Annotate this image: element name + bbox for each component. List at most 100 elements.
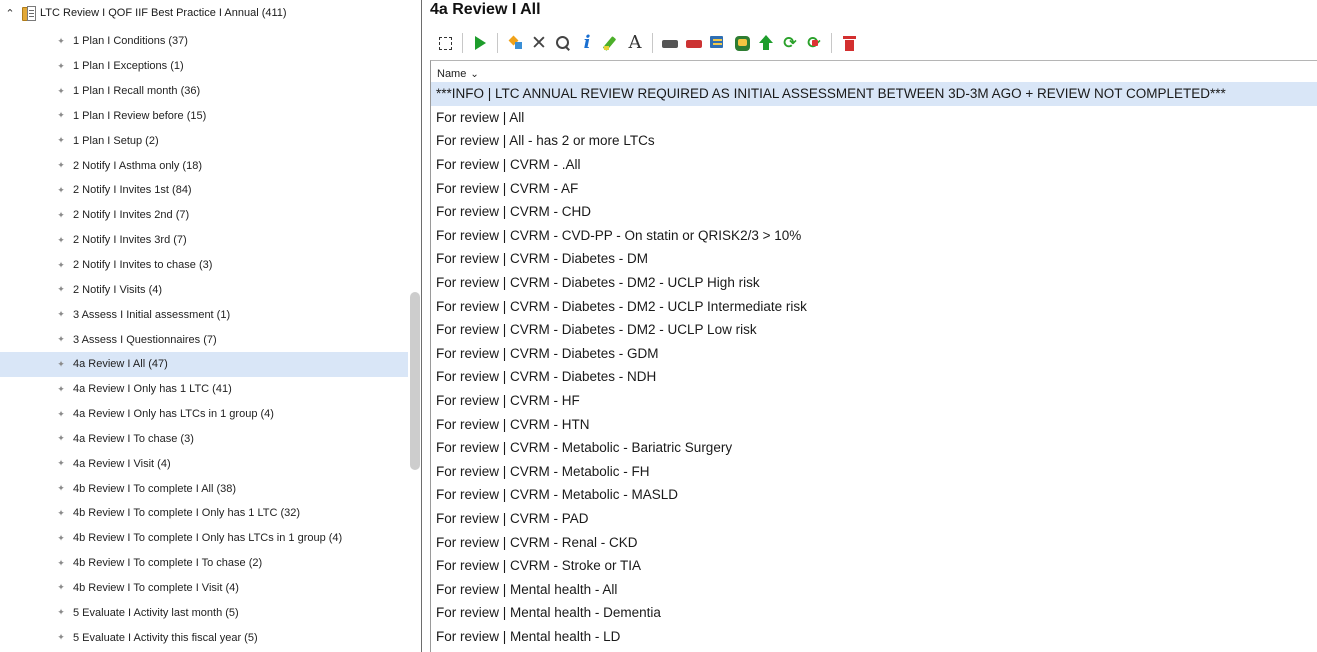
tree-item[interactable]: ✦ 2 Notify I Invites 1st (84) <box>0 178 408 203</box>
tree-item[interactable]: ✦ 3 Assess I Initial assessment (1) <box>0 302 408 327</box>
tree-item[interactable]: ✦ 4a Review I Only has 1 LTC (41) <box>0 377 408 402</box>
move-up-icon[interactable] <box>755 32 777 54</box>
tree-item-label: 1 Plan I Exceptions (1) <box>73 60 184 73</box>
search-row[interactable]: For review | All <box>431 106 1317 130</box>
search-row[interactable]: For review | CVRM - Diabetes - DM2 - UCL… <box>431 271 1317 295</box>
tree-item[interactable]: ✦ 4b Review I To complete I To chase (2) <box>0 551 408 576</box>
search-row[interactable]: For review | CVRM - Diabetes - NDH <box>431 365 1317 389</box>
search-row[interactable]: For review | CVRM - Diabetes - GDM <box>431 342 1317 366</box>
trash-icon[interactable] <box>838 32 860 54</box>
bullet-icon: ✦ <box>57 184 65 195</box>
search-row[interactable]: For review | CVRM - Metabolic - MASLD <box>431 483 1317 507</box>
tree-item[interactable]: ✦ 4b Review I To complete I Visit (4) <box>0 576 408 601</box>
run-icon[interactable] <box>469 32 491 54</box>
tree-item-label: 4b Review I To complete I To chase (2) <box>73 557 263 570</box>
tree-item[interactable]: ✦ 4a Review I Visit (4) <box>0 451 408 476</box>
search-row[interactable]: For review | CVRM - Metabolic - Bariatri… <box>431 436 1317 460</box>
refresh-icon[interactable]: ⟳ <box>779 32 801 54</box>
tree-item[interactable]: ✦ 5 Evaluate I Activity this fiscal year … <box>0 625 408 650</box>
toolbar-separator <box>462 33 463 53</box>
tree-item[interactable]: ✦ 1 Plan I Setup (2) <box>0 128 408 153</box>
tree-scrollbar-thumb[interactable] <box>410 292 420 470</box>
chevron-down-icon[interactable]: ⌄ <box>470 69 478 80</box>
search-row[interactable]: For review | CVRM - HF <box>431 389 1317 413</box>
search-icon[interactable] <box>552 32 574 54</box>
wizard-icon[interactable] <box>504 32 526 54</box>
bullet-icon: ✦ <box>57 35 65 46</box>
search-row[interactable]: For review | CVRM - Diabetes - DM2 - UCL… <box>431 294 1317 318</box>
tree-item[interactable]: ✦ 3 Assess I Questionnaires (7) <box>0 327 408 352</box>
search-row[interactable]: For review | CVRM - Renal - CKD <box>431 530 1317 554</box>
print-red-icon[interactable] <box>683 32 705 54</box>
bullet-icon: ✦ <box>57 507 65 518</box>
tree-item-label: 1 Plan I Conditions (37) <box>73 35 188 48</box>
tree-item-label: 2 Notify I Asthma only (18) <box>73 159 202 172</box>
search-row[interactable]: For review | CVRM - HTN <box>431 412 1317 436</box>
font-icon[interactable]: A <box>624 32 646 54</box>
tree-root-node[interactable]: ⌃ LTC Review I QOF IIF Best Practice I A… <box>0 4 420 22</box>
search-row[interactable]: For review | All - has 2 or more LTCs <box>431 129 1317 153</box>
search-row[interactable]: For review | Mental health - LD <box>431 625 1317 649</box>
save-icon[interactable] <box>731 32 753 54</box>
bullet-icon: ✦ <box>57 259 65 270</box>
toolbar-separator <box>652 33 653 53</box>
bullet-icon: ✦ <box>57 234 65 245</box>
search-row[interactable]: For review | CVRM - .All <box>431 153 1317 177</box>
tree-item-label: 4b Review I To complete I Only has 1 LTC… <box>73 507 301 520</box>
tree-item-label: 2 Notify I Invites 1st (84) <box>73 184 192 197</box>
search-row[interactable]: For review | CVRM - CVD-PP - On statin o… <box>431 224 1317 248</box>
bullet-icon: ✦ <box>57 632 65 643</box>
tree-item[interactable]: ✦ 2 Notify I Invites 3rd (7) <box>0 228 408 253</box>
delete-x-icon[interactable]: ✕ <box>528 32 550 54</box>
bullet-icon: ✦ <box>57 557 65 568</box>
tree-item[interactable]: ✦ 2 Notify I Visits (4) <box>0 277 408 302</box>
bullet-icon: ✦ <box>57 209 65 220</box>
tree-item[interactable]: ✦ 1 Plan I Recall month (36) <box>0 79 408 104</box>
search-row[interactable]: For review | CVRM - AF <box>431 176 1317 200</box>
search-row[interactable]: For review | CVRM - Diabetes - DM <box>431 247 1317 271</box>
chevron-up-icon[interactable]: ⌃ <box>1 7 19 20</box>
report-tree-panel: ⌃ LTC Review I QOF IIF Best Practice I A… <box>0 0 422 652</box>
tree-item-label: 2 Notify I Visits (4) <box>73 283 163 296</box>
tree-item[interactable]: ✦ 5 Evaluate I Activity last month (5) <box>0 600 408 625</box>
tree-item[interactable]: ✦ 4b Review I To complete I Only has 1 LT… <box>0 501 408 526</box>
tree-root-label: LTC Review I QOF IIF Best Practice I Ann… <box>40 7 287 19</box>
tree-item-label: 4b Review I To complete I All (38) <box>73 482 237 495</box>
tree-item[interactable]: ✦ 4a Review I All (47) <box>0 351 408 377</box>
search-row[interactable]: ***INFO | LTC ANNUAL REVIEW REQUIRED AS … <box>431 82 1317 106</box>
select-icon[interactable] <box>434 32 456 54</box>
search-row[interactable]: For review | CVRM - Metabolic - FH <box>431 460 1317 484</box>
tree-item[interactable]: ✦ 2 Notify I Invites to chase (3) <box>0 253 408 278</box>
bullet-icon: ✦ <box>57 358 65 369</box>
search-row[interactable]: For review | CVRM - CHD <box>431 200 1317 224</box>
search-row[interactable]: For review | CVRM - Stroke or TIA <box>431 554 1317 578</box>
search-row[interactable]: For review | CVRM - PAD <box>431 507 1317 531</box>
export-icon[interactable] <box>707 32 729 54</box>
info-icon[interactable]: i <box>576 32 598 54</box>
name-column-header[interactable]: Name ⌄ <box>437 68 479 80</box>
bullet-icon: ✦ <box>57 383 65 394</box>
report-folder-icon <box>22 5 36 21</box>
tree-item[interactable]: ✦ 4a Review I To chase (3) <box>0 427 408 452</box>
tree-item-label: 5 Evaluate I Activity this fiscal year (… <box>73 631 258 644</box>
search-row[interactable]: For review | Mental health - Dementia <box>431 601 1317 625</box>
tree-item[interactable]: ✦ 1 Plan I Exceptions (1) <box>0 54 408 79</box>
tree-item-label: 1 Plan I Recall month (36) <box>73 85 201 98</box>
bullet-icon: ✦ <box>57 160 65 171</box>
tree-item[interactable]: ✦ 1 Plan I Review before (15) <box>0 104 408 129</box>
print-icon[interactable] <box>659 32 681 54</box>
tree-item[interactable]: ✦ 4b Review I To complete I All (38) <box>0 476 408 501</box>
edit-pen-icon[interactable] <box>600 32 622 54</box>
bullet-icon: ✦ <box>57 607 65 618</box>
search-row[interactable]: For review | CVRM - Diabetes - DM2 - UCL… <box>431 318 1317 342</box>
toolbar-separator <box>831 33 832 53</box>
tree-item[interactable]: ✦ 2 Notify I Asthma only (18) <box>0 153 408 178</box>
search-row[interactable]: For review | Mental health - All <box>431 577 1317 601</box>
report-panel: 4a Review I All ✕ i A ⟳ ⟳ Name ⌄ ***INFO… <box>430 0 1317 652</box>
tree-item[interactable]: ✦ 1 Plan I Conditions (37) <box>0 29 408 54</box>
tree-item[interactable]: ✦ 4b Review I To complete I Only has LTCs… <box>0 526 408 551</box>
refresh-stop-icon[interactable]: ⟳ <box>803 32 825 54</box>
tree-item[interactable]: ✦ 4a Review I Only has LTCs in 1 group (4… <box>0 402 408 427</box>
tree-item[interactable]: ✦ 2 Notify I Invites 2nd (7) <box>0 203 408 228</box>
bullet-icon: ✦ <box>57 135 65 146</box>
